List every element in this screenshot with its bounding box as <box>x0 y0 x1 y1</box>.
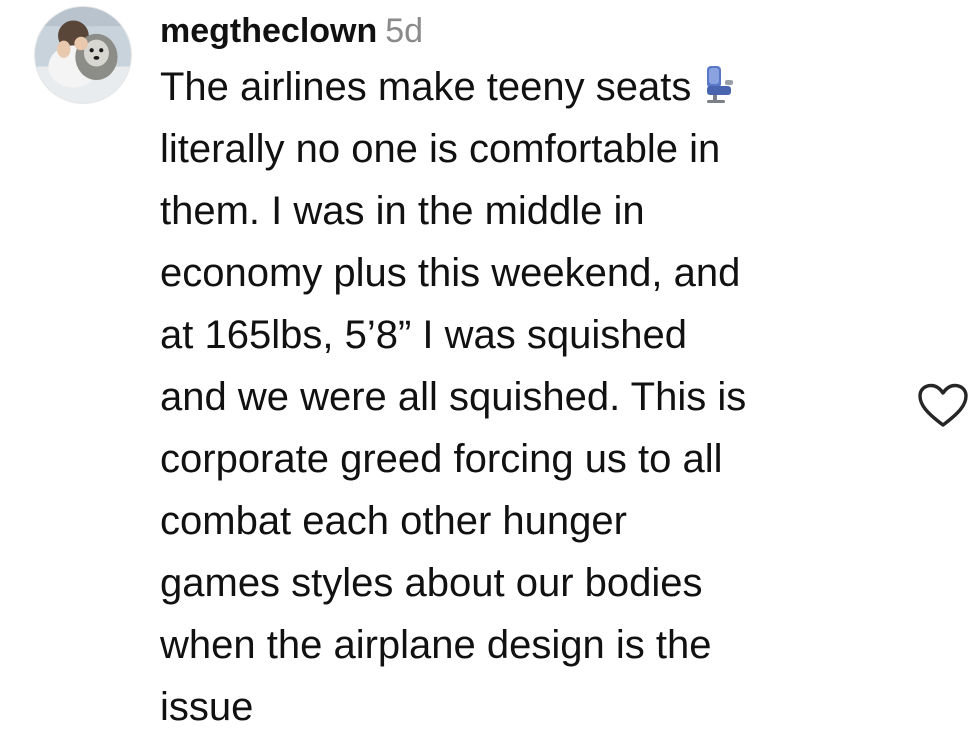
comment-line: The airlines make teeny seats <box>160 56 900 118</box>
like-button[interactable] <box>917 383 969 429</box>
comment-line: at 165lbs, 5’8” I was squished <box>160 313 687 357</box>
comment-line: them. I was in the middle in <box>160 189 645 233</box>
comment-line: corporate greed forcing us to all <box>160 437 723 481</box>
comment-line: and we were all squished. This is <box>160 375 747 419</box>
comment: megtheclown 5d The airlines make teeny se… <box>0 0 980 748</box>
comment-line-text: The airlines make teeny seats <box>160 65 692 109</box>
heart-outline-icon <box>918 383 968 427</box>
comment-text: The airlines make teeny seats literally … <box>160 56 900 738</box>
comment-line: issue <box>160 685 254 729</box>
comment-content: megtheclown 5d The airlines make teeny se… <box>160 8 900 738</box>
timestamp[interactable]: 5d <box>385 12 423 50</box>
avatar[interactable] <box>34 6 132 104</box>
comment-line: when the airplane design is the <box>160 623 712 667</box>
comment-header: megtheclown 5d <box>160 8 900 54</box>
comment-line: literally no one is comfortable in <box>160 127 721 171</box>
avatar-image <box>35 7 131 103</box>
comment-line: combat each other hunger <box>160 499 627 543</box>
username[interactable]: megtheclown <box>160 12 377 50</box>
airplane-seat-emoji-icon <box>707 66 734 103</box>
comment-line: economy plus this weekend, and <box>160 251 741 295</box>
comment-line: games styles about our bodies <box>160 561 703 605</box>
